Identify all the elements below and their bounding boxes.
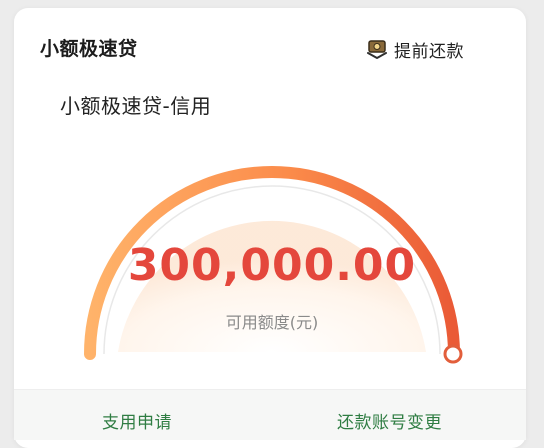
gauge-end-knob — [443, 344, 463, 364]
credit-gauge — [84, 166, 463, 364]
bottom-action-bar — [14, 389, 526, 440]
change-repayment-account-link[interactable]: 还款账号变更 — [337, 408, 442, 433]
available-amount-label: 可用额度(元) — [225, 313, 319, 332]
usage-application-link[interactable]: 支用申请 — [102, 408, 172, 433]
available-amount: 300,000.00 — [127, 240, 417, 291]
